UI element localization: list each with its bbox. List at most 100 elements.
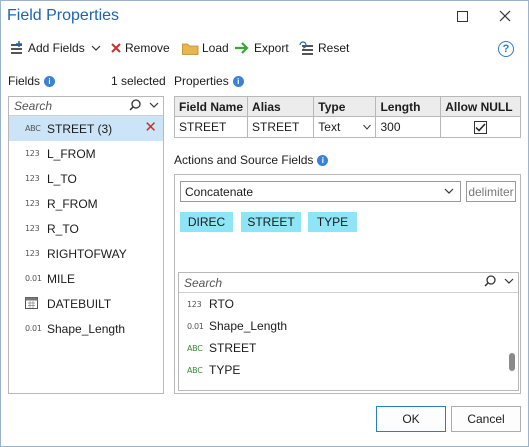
type-cell[interactable]: Text xyxy=(313,116,377,138)
source-item-rto[interactable]: 123 RTO xyxy=(179,293,518,315)
search-icon[interactable] xyxy=(129,99,141,111)
alias-cell[interactable]: STREET xyxy=(247,116,315,138)
source-item-street[interactable]: ABC STREET xyxy=(179,337,518,359)
type-value: Text xyxy=(318,120,341,134)
export-arrow-icon xyxy=(235,42,249,54)
ok-button[interactable]: OK xyxy=(376,406,446,432)
field-properties-dialog: Field Properties Add Fields Remove Load xyxy=(0,0,529,447)
numeric-type-icon: 123 xyxy=(25,224,40,233)
properties-row: STREET STREET Text 300 xyxy=(173,116,521,138)
allow-null-cell xyxy=(440,116,521,138)
field-item-shape-length[interactable]: 0.01 Shape_Length xyxy=(9,316,163,341)
chevron-down-icon xyxy=(91,45,101,51)
field-item-label: L_TO xyxy=(47,171,77,186)
selected-count: 1 selected xyxy=(111,74,166,88)
header-type: Type xyxy=(313,96,377,117)
export-button[interactable]: Export xyxy=(234,38,289,58)
folder-icon xyxy=(182,43,199,55)
source-scrollbar[interactable] xyxy=(508,295,516,389)
source-search-input[interactable]: Search xyxy=(179,273,518,293)
numeric-type-icon: 123 xyxy=(25,199,40,208)
search-placeholder: Search xyxy=(184,275,223,290)
field-item-r-from[interactable]: 123 R_FROM xyxy=(9,191,163,216)
source-item-type[interactable]: ABC TYPE xyxy=(179,359,518,381)
search-icon[interactable] xyxy=(484,275,496,287)
numeric-type-icon: 123 xyxy=(25,174,40,183)
allow-null-checkbox[interactable] xyxy=(474,120,488,134)
field-item-rightofway[interactable]: 123 RIGHTOFWAY xyxy=(9,241,163,266)
remove-button[interactable]: Remove xyxy=(110,38,170,58)
field-item-label: Shape_Length xyxy=(47,321,126,336)
field-item-l-from[interactable]: 123 L_FROM xyxy=(9,141,163,166)
export-label: Export xyxy=(254,41,289,55)
chevron-down-icon xyxy=(363,124,372,130)
add-fields-button[interactable]: Add Fields xyxy=(9,38,104,58)
source-item-label: RTO xyxy=(209,297,234,311)
header-alias: Alias xyxy=(247,96,315,117)
text-type-icon: ABC xyxy=(187,365,203,375)
chevron-down-icon[interactable] xyxy=(149,100,159,110)
chevron-down-icon xyxy=(444,188,454,194)
load-button[interactable]: Load xyxy=(182,38,229,58)
close-icon xyxy=(499,10,511,22)
source-item-label: TYPE xyxy=(209,363,241,377)
action-value: Concatenate xyxy=(185,184,254,199)
close-button[interactable] xyxy=(491,5,519,27)
actions-label-group: Actions and Source Fields i xyxy=(174,153,329,167)
fields-search-input[interactable]: Search xyxy=(9,97,163,116)
reset-button[interactable]: Reset xyxy=(299,38,349,58)
source-item-shape-length[interactable]: 0.01 Shape_Length xyxy=(179,315,518,337)
info-icon[interactable]: i xyxy=(317,154,329,166)
field-item-datebuilt[interactable]: DATEBUILT xyxy=(9,291,163,316)
source-chip[interactable]: STREET xyxy=(241,212,301,232)
reset-icon xyxy=(299,41,313,55)
field-item-mile[interactable]: 0.01 MILE xyxy=(9,266,163,291)
header-allow-null: Allow NULL xyxy=(440,96,521,117)
field-item-r-to[interactable]: 123 R_TO xyxy=(9,216,163,241)
field-item-label: RIGHTOFWAY xyxy=(47,246,127,261)
field-name-cell[interactable]: STREET xyxy=(173,116,249,138)
load-label: Load xyxy=(202,41,229,55)
header-length: Length xyxy=(375,96,442,117)
search-placeholder: Search xyxy=(14,99,53,113)
maximize-icon xyxy=(456,10,468,22)
fields-label-group: Fields i xyxy=(8,74,56,88)
field-item-label: L_FROM xyxy=(47,146,96,161)
reset-label: Reset xyxy=(318,41,350,55)
source-chip[interactable]: TYPE xyxy=(308,212,357,232)
cancel-button[interactable]: Cancel xyxy=(451,406,521,432)
add-fields-icon xyxy=(11,41,22,54)
help-icon[interactable]: ? xyxy=(498,41,514,57)
remove-label: Remove xyxy=(125,41,170,55)
header-field-name: Field Name xyxy=(173,96,249,117)
source-fields-list: Search 123 RTO 0.01 Shape_Length ABC STR… xyxy=(178,272,519,391)
text-type-icon: ABC xyxy=(25,124,41,133)
checkmark-icon xyxy=(475,122,486,132)
window-title: Field Properties xyxy=(7,7,120,24)
source-item-label: Shape_Length xyxy=(209,319,288,333)
scroll-thumb[interactable] xyxy=(509,353,515,371)
double-type-icon: 0.01 xyxy=(25,324,42,333)
maximize-button[interactable] xyxy=(448,5,476,27)
numeric-type-icon: 123 xyxy=(25,249,40,258)
action-dropdown[interactable]: Concatenate xyxy=(180,181,461,202)
properties-label-group: Properties i xyxy=(174,74,244,88)
actions-label: Actions and Source Fields xyxy=(174,153,314,167)
chevron-down-icon[interactable] xyxy=(504,276,514,286)
double-type-icon: 0.01 xyxy=(25,274,42,283)
field-item-l-to[interactable]: 123 L_TO xyxy=(9,166,163,191)
info-icon[interactable]: i xyxy=(44,75,56,87)
delimiter-input[interactable]: delimiter xyxy=(466,181,516,202)
double-type-icon: 0.01 xyxy=(187,321,204,331)
toolbar: Add Fields Remove Load Export Reset ? xyxy=(1,35,528,61)
field-item-street[interactable]: ABC STREET (3) ✕ xyxy=(9,116,163,141)
source-item-label: STREET xyxy=(209,341,257,355)
source-chip[interactable]: DIREC xyxy=(180,212,233,232)
field-item-label: DATEBUILT xyxy=(47,296,112,311)
field-item-label: R_TO xyxy=(47,221,79,236)
info-icon[interactable]: i xyxy=(232,75,244,87)
remove-field-icon[interactable]: ✕ xyxy=(144,120,157,135)
fields-list: Search ABC STREET (3) ✕ 123 L_FROM 123 L… xyxy=(8,96,164,394)
length-cell[interactable]: 300 xyxy=(375,116,442,138)
field-item-label: R_FROM xyxy=(47,196,98,211)
